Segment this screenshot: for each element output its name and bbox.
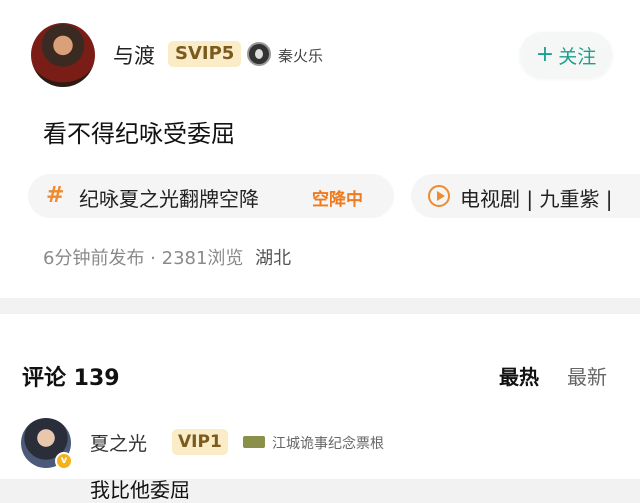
drama-chip[interactable]: 电视剧 | 九重紫 | xyxy=(411,174,640,218)
hashtag-icon: # xyxy=(46,183,65,208)
drama-label: 电视剧 | 九重紫 | xyxy=(460,187,613,211)
comments-section: 评论 139 最热 最新 v 夏之光 VIP1 江城诡事纪念票根 我比他委屈 xyxy=(0,314,640,502)
vip-badge[interactable]: SVIP5 xyxy=(168,41,242,67)
ticket-icon xyxy=(243,436,265,448)
comment-vip-badge[interactable]: VIP1 xyxy=(172,429,228,455)
post-content: 看不得纪咏受委屈 xyxy=(43,120,235,148)
post-card: 与渡 SVIP5 秦火乐 + 关注 看不得纪咏受委屈 # 纪咏夏之光翻牌空降 空… xyxy=(0,0,640,298)
post-time-views: 6分钟前发布 · 2381浏览 xyxy=(43,248,244,269)
user-avatar[interactable] xyxy=(31,23,95,87)
sort-hot-tab[interactable]: 最热 xyxy=(499,361,539,390)
comment-user-name[interactable]: 夏之光 xyxy=(90,429,147,456)
comment-text: 我比他委屈 xyxy=(90,478,190,502)
topic-status-tag: 空降中 xyxy=(312,190,363,210)
user-name[interactable]: 与渡 xyxy=(113,40,155,70)
fan-medal-icon xyxy=(247,42,271,66)
comment-medal-label[interactable]: 江城诡事纪念票根 xyxy=(272,433,384,453)
sort-new-tab[interactable]: 最新 xyxy=(567,361,607,390)
topic-label: 纪咏夏之光翻牌空降 xyxy=(79,187,259,211)
comment-avatar[interactable]: v xyxy=(21,418,73,470)
follow-button[interactable]: + 关注 xyxy=(520,32,612,78)
post-location: 湖北 xyxy=(255,248,292,269)
comments-title: 评论 139 xyxy=(22,366,120,391)
topic-chip[interactable]: # 纪咏夏之光翻牌空降 空降中 xyxy=(28,174,394,218)
fan-medal-label[interactable]: 秦火乐 xyxy=(278,45,323,66)
plus-icon: + xyxy=(535,42,555,67)
post-meta: 6分钟前发布 · 2381浏览 湖北 xyxy=(43,244,291,270)
follow-label: 关注 xyxy=(558,45,597,68)
verified-icon: v xyxy=(55,452,73,470)
play-icon xyxy=(428,185,450,207)
